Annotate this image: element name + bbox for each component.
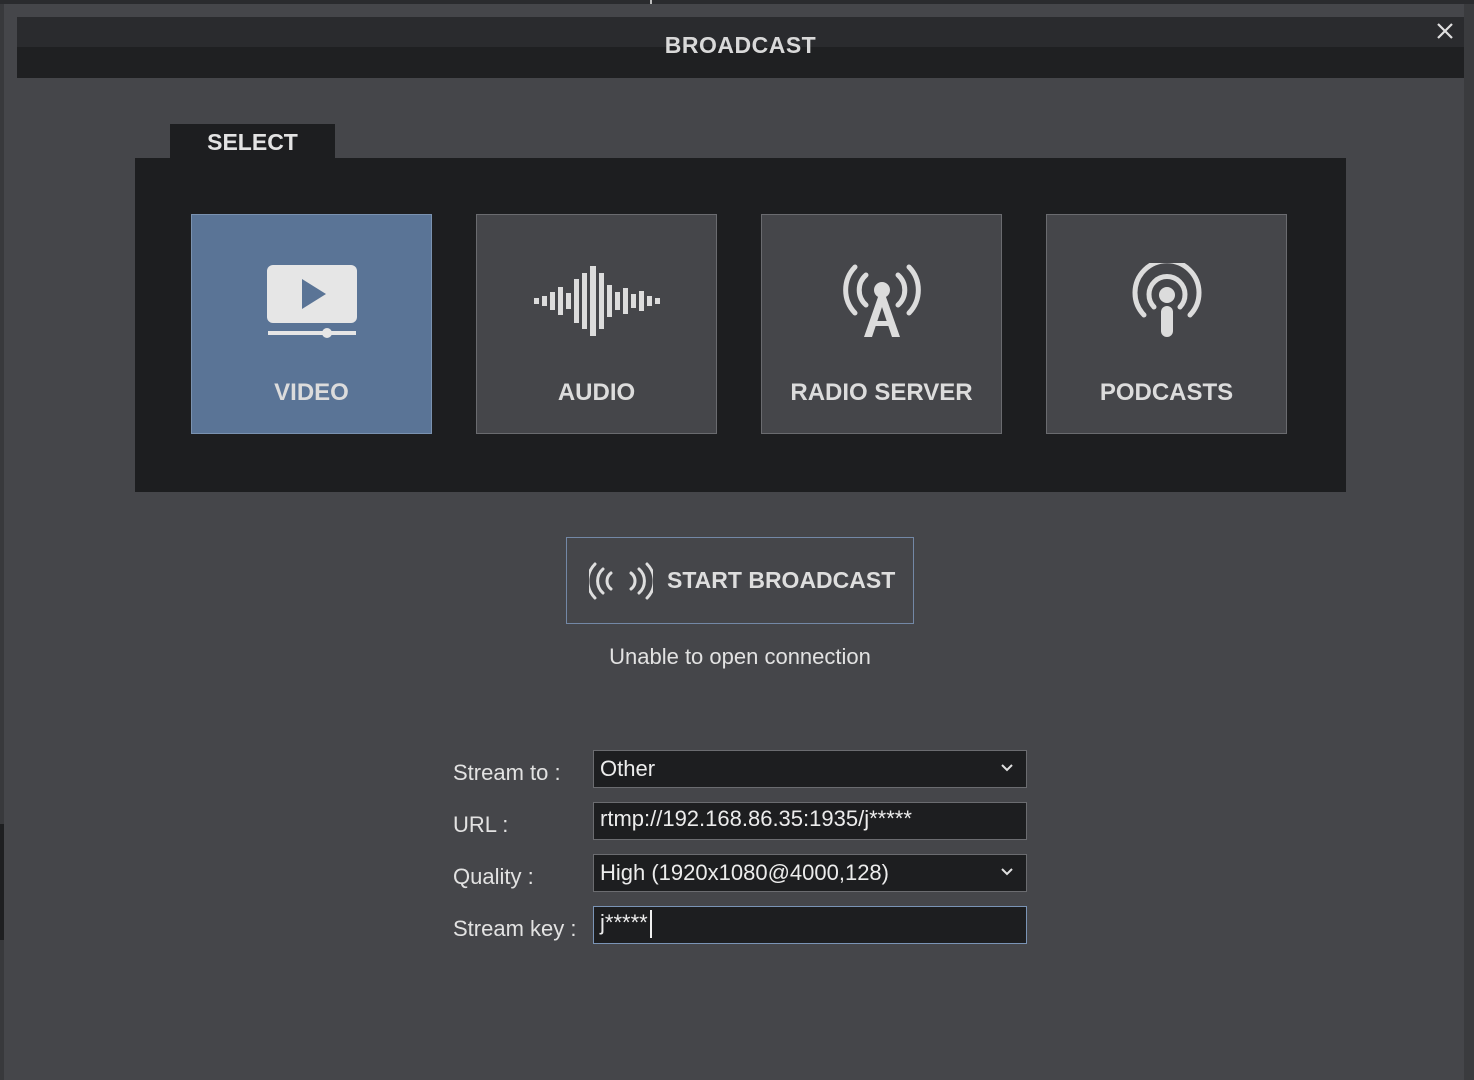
- stream-key-input[interactable]: j*****: [593, 906, 1027, 944]
- chevron-down-icon: [1001, 868, 1013, 876]
- chevron-down-icon: [1001, 764, 1013, 772]
- stream-to-value: Other: [600, 756, 656, 781]
- tile-radio-server[interactable]: RADIO SERVER: [761, 214, 1002, 434]
- stream-key-label: Stream key :: [453, 916, 577, 941]
- tile-audio-label: AUDIO: [557, 379, 636, 406]
- connection-status: Unable to open connection: [609, 644, 871, 669]
- tile-radio-server-label: RADIO SERVER: [790, 379, 973, 406]
- tile-video[interactable]: VIDEO: [191, 214, 432, 434]
- tile-video-label: VIDEO: [274, 379, 349, 406]
- podcast-icon: [1132, 263, 1201, 337]
- dialog-titlebar: BROADCAST: [17, 17, 1464, 78]
- right-edge: [1464, 4, 1474, 1080]
- url-value: rtmp://192.168.86.35:1935/j*****: [600, 806, 912, 831]
- quality-select[interactable]: High (1920x1080@4000,128): [593, 854, 1027, 892]
- close-icon: [1437, 23, 1453, 39]
- stream-key-value: j*****: [600, 910, 648, 935]
- url-label: URL :: [453, 812, 509, 837]
- quality-value: High (1920x1080@4000,128): [600, 860, 889, 885]
- video-play-icon: [266, 265, 357, 338]
- top-edge: [0, 0, 1474, 4]
- audio-waveform-icon: [533, 266, 660, 336]
- broadcast-waves-icon: [589, 562, 653, 599]
- top-edge-tick: [650, 0, 652, 4]
- radio-tower-icon: [842, 264, 921, 337]
- dialog-title: BROADCAST: [664, 32, 817, 58]
- select-tab: SELECT: [170, 124, 335, 160]
- tile-audio[interactable]: AUDIO: [476, 214, 717, 434]
- url-input[interactable]: rtmp://192.168.86.35:1935/j*****: [593, 802, 1027, 840]
- left-edge-mark: [0, 824, 4, 940]
- close-button[interactable]: [1430, 16, 1460, 46]
- quality-label: Quality :: [453, 864, 534, 889]
- tile-podcasts-label: PODCASTS: [1099, 379, 1234, 406]
- stream-to-select[interactable]: Other: [593, 750, 1027, 788]
- left-edge: [0, 4, 4, 1080]
- select-panel: VIDEO AUDIO RADIO SERVER PODCASTS: [135, 158, 1346, 492]
- tile-podcasts[interactable]: PODCASTS: [1046, 214, 1287, 434]
- stream-to-label: Stream to :: [453, 760, 561, 785]
- text-caret: [649, 910, 652, 938]
- start-broadcast-button[interactable]: START BROADCAST: [566, 537, 914, 624]
- start-broadcast-label: START BROADCAST: [667, 567, 896, 593]
